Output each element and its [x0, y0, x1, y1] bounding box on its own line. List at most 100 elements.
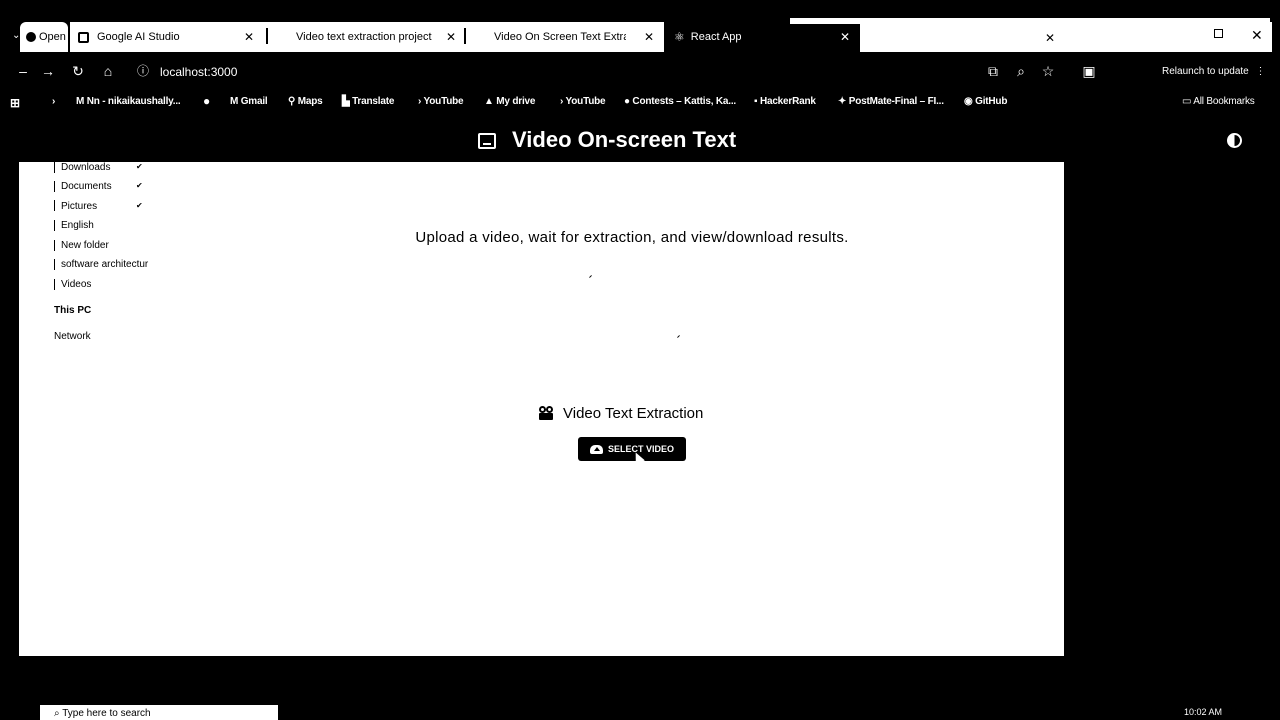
- tab-video-on-screen-text[interactable]: Video On Screen Text Extract ✕: [494, 22, 660, 52]
- tab-label: Video On Screen Text Extract: [494, 31, 626, 43]
- zoom-icon[interactable]: ⌕: [1012, 62, 1030, 80]
- bookmark-item[interactable]: › YouTube: [560, 96, 606, 107]
- app-title: Video On-screen Text: [512, 127, 737, 152]
- bookmark-item[interactable]: ✦ PostMate-Final – FI...: [838, 96, 944, 107]
- star-icon[interactable]: ☆: [1039, 62, 1057, 80]
- cloud-upload-icon: [589, 444, 603, 454]
- theme-toggle-icon[interactable]: [1227, 133, 1242, 148]
- search-icon: ⌕: [54, 708, 63, 719]
- film-camera-icon: [538, 406, 555, 421]
- tab-strip: ⌄ Open Google AI Studio ✕ Video text ext…: [0, 0, 1280, 52]
- bookmark-label: Translate: [352, 96, 395, 107]
- drive-icon: ▲: [484, 96, 497, 107]
- tab-google-ai-studio[interactable]: Google AI Studio ✕: [78, 22, 264, 52]
- bookmark-item[interactable]: ▲ My drive: [484, 96, 535, 107]
- bookmark-label: YouTube: [565, 96, 606, 107]
- taskbar-search[interactable]: ⌕ Type here to search: [40, 705, 278, 720]
- bookmark-label: YouTube: [423, 96, 464, 107]
- bookmark-item[interactable]: › YouTube: [418, 96, 464, 107]
- bookmark-item[interactable]: ▙ Translate: [342, 96, 394, 107]
- explorer-item-label: Downloads: [61, 162, 111, 173]
- title-bar-blank: [860, 22, 1272, 52]
- install-app-icon[interactable]: ⧉: [984, 62, 1002, 80]
- title-bar-edge: [790, 18, 1270, 24]
- subtitles-icon: [478, 133, 496, 149]
- bookmark-label: My drive: [496, 96, 536, 107]
- bookmark-item[interactable]: ▪ HackerRank: [754, 96, 816, 107]
- bookmark-icon: M: [76, 96, 87, 107]
- bookmark-label: Contests – Kattis, Ka...: [632, 96, 736, 107]
- tab-react-app[interactable]: ⚛ React App ✕: [674, 22, 854, 52]
- tree-line: [54, 200, 55, 211]
- explorer-item-label: Pictures: [61, 201, 98, 212]
- tree-line: [54, 279, 55, 290]
- explorer-this-pc[interactable]: This PC: [54, 305, 91, 316]
- explorer-item-label: software architectur: [61, 259, 149, 270]
- tab-label: Google AI Studio: [97, 31, 180, 43]
- home-icon[interactable]: ⌂: [99, 62, 117, 80]
- tab-divider: [464, 28, 466, 44]
- tab-label: Video text extraction project: [296, 31, 432, 43]
- loading-speck: [677, 335, 680, 338]
- section-header: Video Text Extraction: [538, 405, 703, 422]
- bookmarks-more-icon[interactable]: ›: [52, 96, 55, 107]
- address-bar[interactable]: localhost:3000: [160, 65, 237, 79]
- explorer-item-pictures[interactable]: Pictures: [61, 201, 97, 212]
- extensions-icon[interactable]: ▣: [1080, 62, 1098, 80]
- tree-line: [54, 162, 55, 173]
- reload-icon[interactable]: ↻: [69, 62, 87, 80]
- react-icon: ⚛: [674, 30, 685, 44]
- explorer-item-downloads[interactable]: Downloads: [61, 162, 110, 173]
- bookmark-label: Gmail: [240, 96, 268, 107]
- bookmark-item[interactable]: M Nn - nikaikaushally...: [76, 96, 181, 107]
- close-window-icon[interactable]: ✕: [1251, 27, 1263, 44]
- bookmark-item[interactable]: ● Contests – Kattis, Ka...: [624, 96, 736, 107]
- tree-line: [54, 259, 55, 270]
- globe-icon[interactable]: ●: [203, 94, 210, 108]
- close-icon[interactable]: ✕: [244, 30, 254, 44]
- bookmark-label: HackerRank: [759, 96, 816, 107]
- bookmark-item[interactable]: ◉ GitHub: [964, 96, 1007, 107]
- all-bookmarks[interactable]: ▭ All Bookmarks: [1182, 96, 1255, 107]
- bookmark-item[interactable]: M Gmail: [230, 96, 268, 107]
- relaunch-button[interactable]: Relaunch to update ⋮: [1162, 66, 1266, 77]
- tab-label: Open: [39, 31, 66, 43]
- folder-icon: ▭: [1182, 96, 1194, 107]
- bookmark-item[interactable]: ⚲ Maps: [288, 96, 323, 107]
- pin-icon: ✔: [136, 162, 143, 171]
- site-info-icon[interactable]: ⓘ: [134, 62, 152, 80]
- apps-icon[interactable]: ⊞: [10, 96, 20, 110]
- explorer-item-videos[interactable]: Videos: [61, 279, 91, 290]
- restore-window-icon[interactable]: [1214, 29, 1223, 38]
- tree-line: [54, 181, 55, 192]
- taskbar-clock: 10:02 AM: [1184, 707, 1223, 717]
- tab-label: React App: [690, 31, 742, 43]
- tab-divider: [266, 28, 268, 44]
- explorer-item-label: Documents: [61, 181, 112, 192]
- close-icon[interactable]: ✕: [840, 30, 850, 44]
- tab-open[interactable]: Open: [26, 22, 66, 52]
- ai-studio-icon: [78, 31, 89, 43]
- explorer-item-software-architecture[interactable]: software architectur: [61, 259, 148, 270]
- pin-icon: ✔: [136, 181, 143, 190]
- forward-icon[interactable]: →: [39, 62, 57, 80]
- explorer-item-documents[interactable]: Documents: [61, 181, 112, 192]
- explorer-network[interactable]: Network: [54, 331, 91, 342]
- main-content: Downloads ✔ Documents ✔ Pictures ✔ Engli…: [19, 162, 1064, 656]
- more-icon: ⋮: [1255, 66, 1266, 77]
- bookmark-label: PostMate-Final – FI...: [848, 96, 944, 107]
- bookmark-label: Nn - nikaikaushally...: [86, 96, 181, 107]
- tab-open-icon: [26, 32, 36, 42]
- new-tab-close-icon[interactable]: ✕: [1045, 31, 1055, 45]
- close-icon[interactable]: ✕: [446, 30, 456, 44]
- tab-video-text-extraction-project[interactable]: Video text extraction project ✕: [296, 22, 462, 52]
- close-icon[interactable]: ✕: [644, 30, 654, 44]
- instructions-text: Upload a video, wait for extraction, and…: [415, 229, 849, 246]
- bookmark-label: GitHub: [975, 96, 1008, 107]
- relaunch-label: Relaunch to update: [1162, 66, 1249, 77]
- bookmark-label: Maps: [297, 96, 323, 107]
- explorer-item-label: Videos: [61, 279, 92, 290]
- maps-icon: ⚲: [288, 96, 298, 107]
- back-icon[interactable]: –: [14, 62, 32, 80]
- translate-icon: ▙: [342, 96, 353, 107]
